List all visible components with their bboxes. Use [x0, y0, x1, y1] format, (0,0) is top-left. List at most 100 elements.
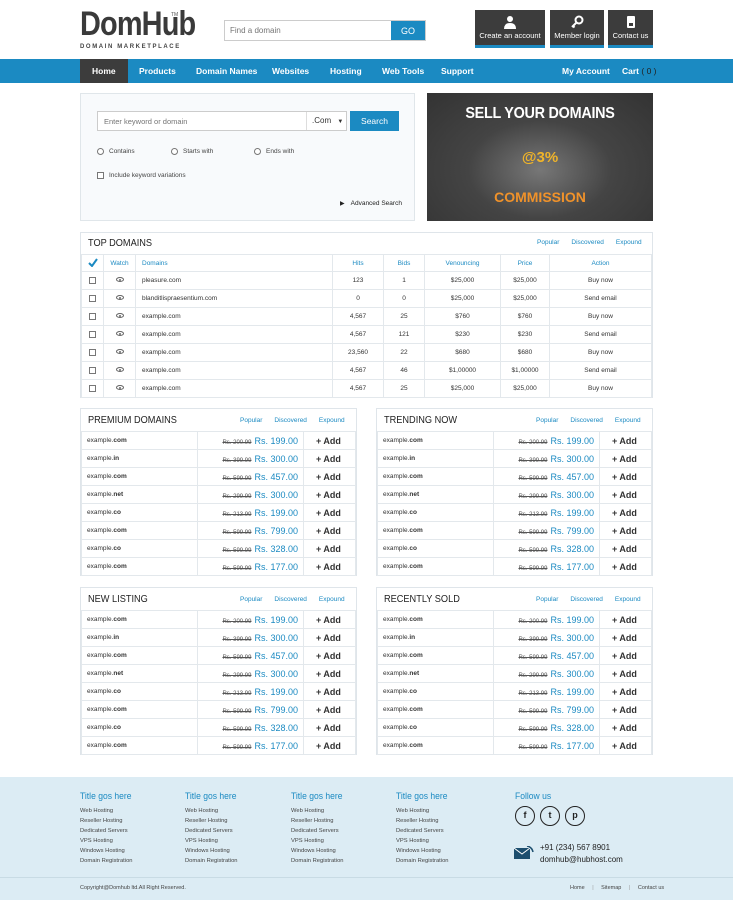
watch-eye-icon[interactable]	[103, 271, 136, 290]
footer-link[interactable]: Web Hosting	[396, 806, 450, 816]
domain-name[interactable]: example.co	[377, 539, 494, 558]
tab-popular[interactable]: Popular	[536, 596, 558, 603]
add-button[interactable]: + Add	[303, 682, 356, 701]
domain-name[interactable]: example.com	[81, 610, 198, 629]
domain-name[interactable]: example.com	[377, 700, 494, 719]
footer-link[interactable]: Dedicated Servers	[291, 826, 345, 836]
watch-eye-icon[interactable]	[103, 289, 136, 308]
nav-domain-names[interactable]: Domain Names	[196, 59, 257, 83]
add-button[interactable]: + Add	[599, 664, 652, 683]
domain-name[interactable]: example.com	[377, 521, 494, 540]
domain-name[interactable]: example.net	[81, 485, 198, 504]
tab-popular[interactable]: Popular	[537, 239, 559, 246]
footer-link[interactable]: Domain Registration	[185, 856, 239, 866]
action-link[interactable]: Buy now	[549, 343, 652, 362]
radio-contains[interactable]: Contains	[97, 148, 135, 155]
domain-name[interactable]: example.in	[377, 449, 494, 468]
footer-link[interactable]: Web Hosting	[291, 806, 345, 816]
domain-name[interactable]: example.in	[81, 628, 198, 647]
add-button[interactable]: + Add	[599, 646, 652, 665]
footer-link[interactable]: Dedicated Servers	[80, 826, 134, 836]
action-link[interactable]: Buy now	[549, 307, 652, 326]
domain-name[interactable]: example.com	[81, 521, 198, 540]
nav-my-account[interactable]: My Account	[562, 59, 610, 83]
footer-link[interactable]: Reseller Hosting	[291, 816, 345, 826]
add-button[interactable]: + Add	[303, 521, 356, 540]
add-button[interactable]: + Add	[599, 431, 652, 450]
tab-expound[interactable]: Expound	[319, 417, 345, 424]
tab-expound[interactable]: Expound	[615, 417, 641, 424]
domain-name[interactable]: example.com	[81, 431, 198, 450]
domain-name[interactable]: example.com	[377, 646, 494, 665]
add-button[interactable]: + Add	[303, 485, 356, 504]
footer-link-sitemap[interactable]: Sitemap	[601, 885, 621, 891]
row-checkbox[interactable]	[81, 361, 104, 380]
footer-link[interactable]: Reseller Hosting	[396, 816, 450, 826]
create-account-button[interactable]: Create an account	[475, 10, 545, 48]
tab-popular[interactable]: Popular	[240, 417, 262, 424]
footer-link[interactable]: Windows Hosting	[185, 846, 239, 856]
footer-email[interactable]: domhub@hubhost.com	[540, 855, 623, 864]
radio-starts-with[interactable]: Starts with	[171, 148, 213, 155]
footer-link-home[interactable]: Home	[570, 885, 585, 891]
tab-expound[interactable]: Expound	[615, 596, 641, 603]
add-button[interactable]: + Add	[303, 610, 356, 629]
nav-web-tools[interactable]: Web Tools	[382, 59, 424, 83]
domain-name[interactable]: example.com	[135, 325, 333, 344]
facebook-icon[interactable]: f	[515, 806, 535, 826]
watch-eye-icon[interactable]	[103, 379, 136, 398]
row-checkbox[interactable]	[81, 271, 104, 290]
include-variations-checkbox[interactable]: Include keyword variations	[97, 172, 186, 179]
tab-discovered[interactable]: Discovered	[571, 239, 604, 246]
row-checkbox[interactable]	[81, 307, 104, 326]
add-button[interactable]: + Add	[303, 664, 356, 683]
domain-name[interactable]: blanditlispraesentium.com	[135, 289, 333, 308]
domain-name[interactable]: example.co	[377, 718, 494, 737]
footer-link[interactable]: Windows Hosting	[396, 846, 450, 856]
select-all-check-icon[interactable]	[81, 254, 104, 272]
nav-hosting[interactable]: Hosting	[330, 59, 362, 83]
tab-discovered[interactable]: Discovered	[570, 417, 603, 424]
watch-eye-icon[interactable]	[103, 325, 136, 344]
domain-name[interactable]: example.co	[81, 682, 198, 701]
member-login-button[interactable]: Member login	[550, 10, 604, 48]
search-button[interactable]: Search	[350, 111, 399, 131]
advanced-search-link[interactable]: ▶ Advanced Search	[340, 200, 402, 207]
add-button[interactable]: + Add	[303, 628, 356, 647]
add-button[interactable]: + Add	[303, 718, 356, 737]
domain-name[interactable]: example.in	[377, 628, 494, 647]
add-button[interactable]: + Add	[303, 503, 356, 522]
action-link[interactable]: Send email	[549, 325, 652, 344]
footer-link[interactable]: Web Hosting	[185, 806, 239, 816]
watch-eye-icon[interactable]	[103, 343, 136, 362]
add-button[interactable]: + Add	[599, 557, 652, 576]
keyword-input[interactable]	[98, 112, 306, 130]
domain-name[interactable]: example.com	[81, 467, 198, 486]
action-link[interactable]: Send email	[549, 361, 652, 380]
contact-us-button[interactable]: Contact us	[608, 10, 653, 48]
action-link[interactable]: Send email	[549, 289, 652, 308]
footer-link[interactable]: Domain Registration	[396, 856, 450, 866]
pinterest-icon[interactable]: p	[565, 806, 585, 826]
add-button[interactable]: + Add	[599, 467, 652, 486]
add-button[interactable]: + Add	[599, 503, 652, 522]
tab-expound[interactable]: Expound	[319, 596, 345, 603]
nav-support[interactable]: Support	[441, 59, 474, 83]
add-button[interactable]: + Add	[599, 449, 652, 468]
footer-link[interactable]: VPS Hosting	[80, 836, 134, 846]
sell-domains-banner[interactable]: SELL YOUR DOMAINS @3% COMMISSION	[427, 93, 653, 221]
nav-products[interactable]: Products	[139, 59, 176, 83]
footer-link[interactable]: Web Hosting	[80, 806, 134, 816]
add-button[interactable]: + Add	[303, 449, 356, 468]
tab-discovered[interactable]: Discovered	[274, 596, 307, 603]
add-button[interactable]: + Add	[303, 736, 356, 755]
go-button[interactable]: GO	[391, 21, 425, 40]
row-checkbox[interactable]	[81, 289, 104, 308]
domain-name[interactable]: example.co	[377, 503, 494, 522]
add-button[interactable]: + Add	[599, 610, 652, 629]
domain-name[interactable]: example.com	[377, 467, 494, 486]
domain-name[interactable]: example.com	[81, 736, 198, 755]
nav-websites[interactable]: Websites	[272, 59, 309, 83]
add-button[interactable]: + Add	[599, 718, 652, 737]
add-button[interactable]: + Add	[303, 557, 356, 576]
